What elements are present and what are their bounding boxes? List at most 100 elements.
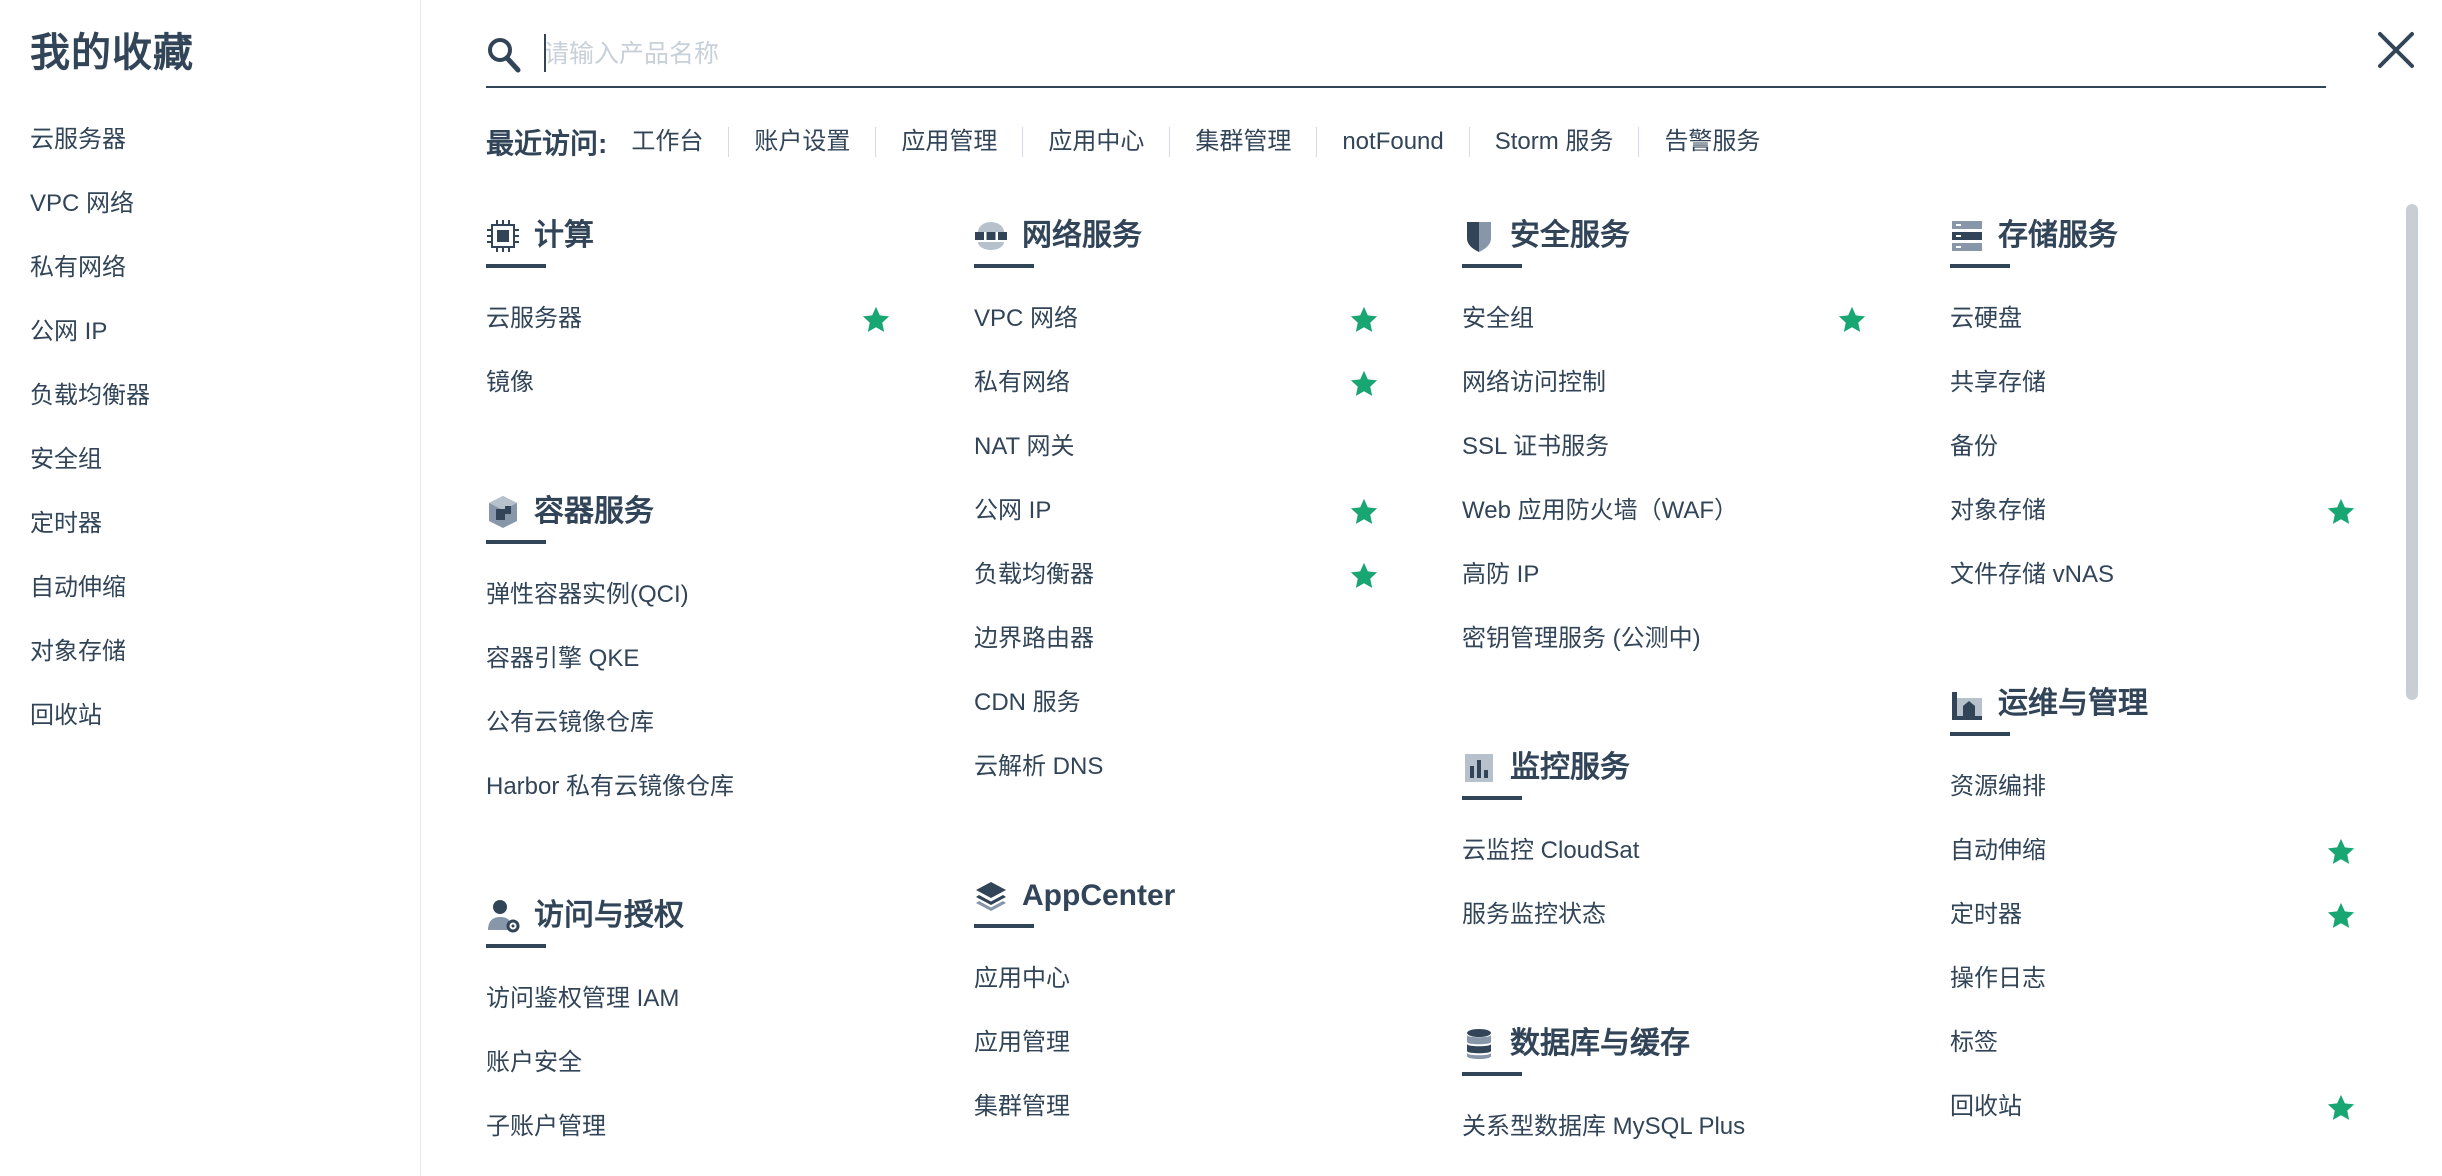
product-link[interactable]: 定时器 [1950,899,2022,931]
category-compute: 计算 [486,216,886,268]
title-underline [486,264,546,268]
product-link[interactable]: 资源编排 [1950,771,2046,803]
favorite-star-icon[interactable] [1349,497,1379,527]
product-link[interactable]: 云解析 DNS [974,751,1103,783]
container-icon [489,496,517,528]
category-title: 访问与授权 [534,899,684,932]
close-icon[interactable] [2374,28,2418,72]
product-link[interactable]: VPC 网络 [974,303,1078,335]
product-link[interactable]: 安全组 [1462,303,1534,335]
product-link[interactable]: 镜像 [486,367,534,399]
favorites-sidebar: 我的收藏 云服务器 VPC 网络 私有网络 公网 IP 负载均衡器 安全组 定时… [0,0,421,1176]
recent-link[interactable]: 告警服务 [1638,127,1785,157]
product-link[interactable]: 关系型数据库 MySQL Plus [1462,1111,1745,1143]
category-title: 安全服务 [1510,219,1630,252]
category-security: 安全服务 [1462,216,1862,268]
factory-icon [1952,692,1982,720]
product-link[interactable]: 弹性容器实例(QCI) [486,579,689,611]
product-link[interactable]: 应用管理 [974,1027,1070,1059]
product-link[interactable]: 自动伸缩 [1950,835,2046,867]
favorite-star-icon[interactable] [2326,497,2356,527]
product-link[interactable]: 集群管理 [974,1091,1070,1123]
product-link[interactable]: 文件存储 vNAS [1950,559,2114,591]
product-link[interactable]: 应用中心 [974,963,1070,995]
favorite-star-icon[interactable] [1349,305,1379,335]
category-title: 计算 [534,219,594,252]
product-link[interactable]: 公有云镜像仓库 [486,707,654,739]
category-title: 网络服务 [1022,219,1142,252]
storage-icon [1952,221,1982,251]
product-link[interactable]: 云监控 CloudSat [1462,835,1639,867]
recent-link[interactable]: notFound [1316,127,1468,157]
category-title: 数据库与缓存 [1510,1027,1690,1060]
recent-link[interactable]: 账户设置 [728,127,875,157]
text-caret [544,34,546,72]
product-link[interactable]: 账户安全 [486,1047,582,1079]
favorite-star-icon[interactable] [2326,1093,2356,1123]
favorite-star-icon[interactable] [2326,837,2356,867]
product-link[interactable]: 服务监控状态 [1462,899,1606,931]
product-link[interactable]: Web 应用防火墙（WAF） [1462,495,1738,527]
product-link[interactable]: 云硬盘 [1950,303,2022,335]
product-link[interactable]: NAT 网关 [974,431,1074,463]
title-underline [486,944,546,948]
category-title: 存储服务 [1998,219,2118,252]
category-container: 容器服务 [486,492,886,544]
product-link[interactable]: 密钥管理服务 (公测中) [1462,623,1701,655]
search-input[interactable] [544,34,2284,74]
favorite-star-icon[interactable] [861,305,891,335]
product-link[interactable]: CDN 服务 [974,687,1081,719]
favorite-star-icon[interactable] [2326,901,2356,931]
favorite-item[interactable]: 回收站 [30,700,102,732]
favorite-item[interactable]: 自动伸缩 [30,572,126,604]
product-link[interactable]: 子账户管理 [486,1111,606,1143]
product-link[interactable]: 公网 IP [974,495,1051,527]
title-underline [1462,264,1522,268]
favorite-star-icon[interactable] [1837,305,1867,335]
product-link[interactable]: 备份 [1950,431,1998,463]
product-link[interactable]: Harbor 私有云镜像仓库 [486,771,734,803]
product-link[interactable]: 边界路由器 [974,623,1094,655]
favorite-star-icon[interactable] [1349,561,1379,591]
product-link[interactable]: 操作日志 [1950,963,2046,995]
favorite-item[interactable]: 私有网络 [30,252,126,284]
favorite-star-icon[interactable] [1349,369,1379,399]
recent-link[interactable]: Storm 服务 [1468,127,1639,157]
product-link[interactable]: 容器引擎 QKE [486,643,639,675]
recent-link[interactable]: 应用管理 [875,127,1022,157]
product-link[interactable]: 网络访问控制 [1462,367,1606,399]
category-storage: 存储服务 [1950,216,2350,268]
layers-icon [976,882,1006,911]
product-link[interactable]: 高防 IP [1462,559,1539,591]
category-title: 容器服务 [534,495,654,528]
recent-link[interactable]: 应用中心 [1022,127,1169,157]
product-link[interactable]: 私有网络 [974,367,1070,399]
product-link[interactable]: 负载均衡器 [974,559,1094,591]
favorite-item[interactable]: 安全组 [30,444,102,476]
title-underline [1462,1072,1522,1076]
product-link[interactable]: 对象存储 [1950,495,2046,527]
shield-icon [1467,222,1491,252]
favorite-item[interactable]: 公网 IP [30,316,107,348]
title-underline [974,264,1034,268]
product-link[interactable]: 标签 [1950,1027,1998,1059]
favorite-item[interactable]: 对象存储 [30,636,126,668]
recent-label: 最近访问: [486,128,608,159]
scrollbar-thumb[interactable] [2406,204,2418,700]
title-underline [1950,264,2010,268]
search-icon [488,38,521,73]
product-link[interactable]: SSL 证书服务 [1462,431,1609,463]
product-link[interactable]: 回收站 [1950,1091,2022,1123]
favorite-item[interactable]: 云服务器 [30,124,126,156]
bar-chart-icon [1465,754,1493,782]
favorite-item[interactable]: 负载均衡器 [30,380,150,412]
category-title: AppCenter [1022,879,1176,912]
product-link[interactable]: 共享存储 [1950,367,2046,399]
recent-link[interactable]: 工作台 [631,127,728,157]
product-link[interactable]: 云服务器 [486,303,582,335]
favorite-item[interactable]: VPC 网络 [30,188,134,220]
title-underline [974,924,1034,928]
product-link[interactable]: 访问鉴权管理 IAM [486,983,679,1015]
favorite-item[interactable]: 定时器 [30,508,102,540]
recent-link[interactable]: 集群管理 [1169,127,1316,157]
